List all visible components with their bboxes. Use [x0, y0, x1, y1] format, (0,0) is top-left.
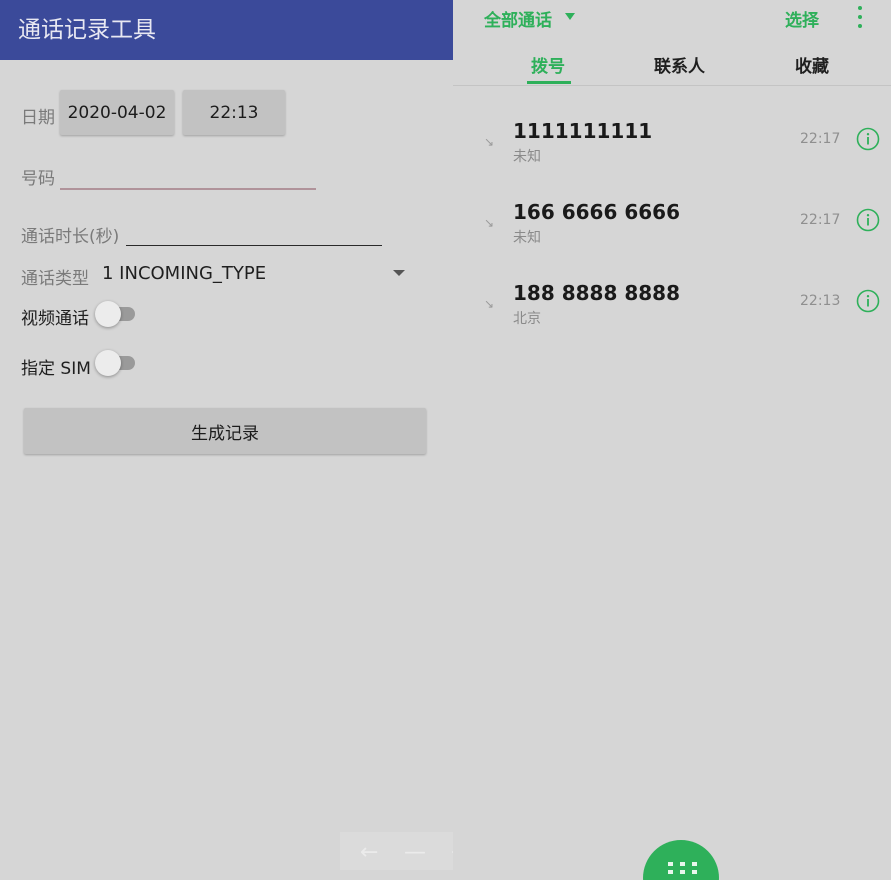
incoming-call-icon: ↘	[484, 297, 495, 311]
number-input[interactable]	[60, 158, 316, 190]
minus-icon[interactable]: —	[404, 842, 426, 864]
number-label: 号码	[21, 169, 55, 189]
info-icon[interactable]	[856, 127, 880, 151]
call-location: 北京	[513, 311, 541, 327]
call-number: 1111111111	[513, 119, 653, 143]
sim-toggle[interactable]	[95, 350, 137, 376]
date-picker-button[interactable]: 2020-04-02	[60, 90, 174, 135]
select-button[interactable]: 选择	[785, 6, 819, 31]
tab-contacts[interactable]: 联系人	[654, 52, 705, 77]
call-number: 188 8888 8888	[513, 281, 681, 305]
call-filter-dropdown[interactable]: 全部通话	[484, 6, 552, 31]
date-label: 日期	[21, 108, 55, 128]
call-log-row[interactable]: ↘ 166 6666 6666 未知 22:17	[453, 200, 891, 272]
caret-down-icon[interactable]	[565, 13, 575, 20]
call-time: 22:17	[800, 212, 841, 228]
duration-input[interactable]	[126, 245, 382, 246]
video-call-label: 视频通话	[21, 309, 89, 329]
tab-dial[interactable]: 拨号	[531, 52, 565, 77]
generate-record-button[interactable]: 生成记录	[24, 408, 426, 454]
call-log-tool-app: 通话记录工具 日期 2020-04-02 22:13 号码 通话时长(秒) 通话…	[0, 0, 548, 880]
info-icon[interactable]	[856, 289, 880, 313]
dialpad-fab-button[interactable]	[643, 840, 719, 880]
call-number: 166 6666 6666	[513, 200, 681, 224]
call-location: 未知	[513, 149, 541, 165]
number-input-underline	[60, 188, 316, 190]
tab-favorites[interactable]: 收藏	[795, 52, 829, 77]
more-vert-icon[interactable]	[856, 6, 864, 28]
call-location: 未知	[513, 230, 541, 246]
back-arrow-icon[interactable]: ←	[360, 842, 378, 864]
incoming-call-icon: ↘	[484, 135, 495, 149]
video-call-toggle[interactable]	[95, 301, 137, 327]
duration-label: 通话时长(秒)	[21, 227, 120, 247]
call-type-label: 通话类型	[21, 269, 89, 289]
call-time: 22:13	[800, 293, 841, 309]
tab-indicator	[527, 81, 571, 84]
sim-label: 指定 SIM	[21, 359, 91, 379]
dialer-app: 全部通话 选择 拨号 联系人 收藏 ↘ 1111111111 未知 22:17 …	[453, 0, 891, 880]
divider	[453, 85, 891, 86]
call-time: 22:17	[800, 131, 841, 147]
toggle-thumb	[95, 350, 121, 376]
call-log-row[interactable]: ↘ 188 8888 8888 北京 22:13	[453, 281, 891, 353]
dropdown-arrow-icon[interactable]	[393, 270, 405, 276]
app-bar: 通话记录工具	[0, 0, 453, 60]
toggle-thumb	[95, 301, 121, 327]
call-log-row[interactable]: ↘ 1111111111 未知 22:17	[453, 119, 891, 191]
app-title: 通话记录工具	[18, 17, 156, 43]
call-type-select[interactable]: 1 INCOMING_TYPE	[102, 263, 266, 284]
info-icon[interactable]	[856, 208, 880, 232]
time-picker-button[interactable]: 22:13	[183, 90, 285, 135]
incoming-call-icon: ↘	[484, 216, 495, 230]
dialpad-icon	[668, 862, 698, 874]
